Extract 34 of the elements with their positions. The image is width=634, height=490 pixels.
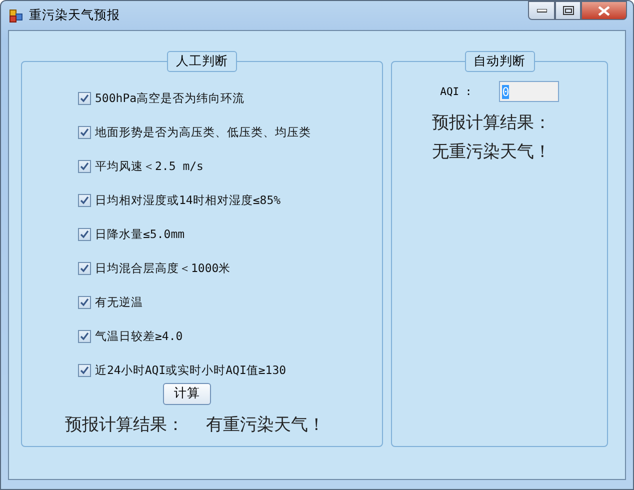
maximize-icon xyxy=(562,6,574,15)
close-icon xyxy=(598,6,610,16)
checkbox[interactable] xyxy=(78,194,91,206)
checkbox-label: 日均混合层高度＜1000米 xyxy=(95,260,231,276)
checkbox-label: 地面形势是否为高压类、低压类、均压类 xyxy=(95,124,311,140)
checkbox-label: 500hPa高空是否为纬向环流 xyxy=(95,90,245,106)
window-title: 重污染天气预报 xyxy=(29,7,121,24)
aqi-label: AQI : xyxy=(440,86,473,98)
checkbox-label: 日均相对湿度或14时相对湿度≤85% xyxy=(95,192,281,208)
checkbox-label: 近24小时AQI或实时小时AQI值≥130 xyxy=(95,362,286,378)
checkbox[interactable] xyxy=(78,228,91,240)
checkbox[interactable] xyxy=(78,126,91,138)
group-title: 人工判断 xyxy=(167,51,238,72)
close-button[interactable] xyxy=(581,1,627,20)
result-value: 无重污染天气！ xyxy=(431,141,552,163)
app-icon xyxy=(9,8,23,22)
checkbox-label: 平均风速＜2.5 m/s xyxy=(95,158,204,174)
checkbox-label: 日降水量≤5.0mm xyxy=(95,226,185,242)
result-value: 有重污染天气！ xyxy=(206,414,325,436)
checkbox[interactable] xyxy=(78,296,91,308)
minimize-button[interactable] xyxy=(528,1,555,20)
result-label: 预报计算结果： xyxy=(65,414,184,436)
maximize-button[interactable] xyxy=(555,1,581,20)
calculate-button[interactable]: 计算 xyxy=(163,382,211,404)
checkbox[interactable] xyxy=(78,262,91,274)
checkbox-label: 有无逆温 xyxy=(95,294,143,310)
result-label: 预报计算结果： xyxy=(431,112,552,134)
checkbox[interactable] xyxy=(78,330,91,342)
checkbox[interactable] xyxy=(78,160,91,172)
checkbox[interactable] xyxy=(78,364,91,376)
checkbox[interactable] xyxy=(78,92,91,104)
group-title: 自动判断 xyxy=(464,51,535,72)
checkbox-label: 气温日较差≥4.0 xyxy=(95,328,183,344)
minimize-icon xyxy=(536,8,546,12)
